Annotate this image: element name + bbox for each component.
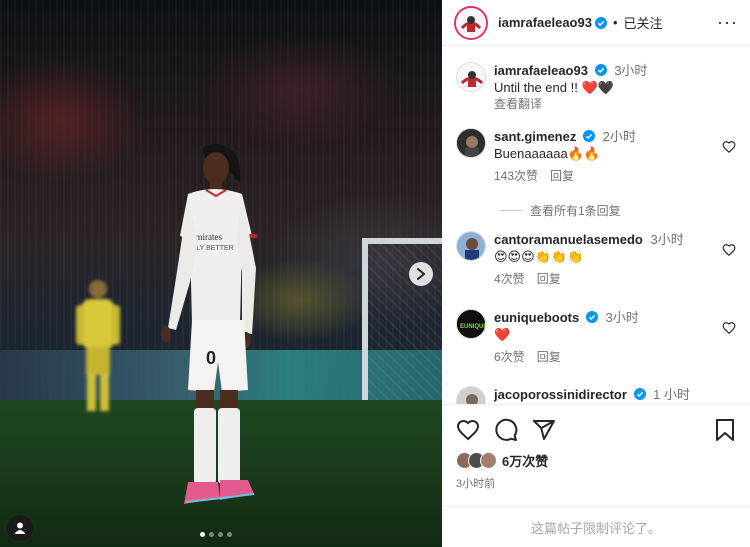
author-avatar[interactable] (454, 5, 488, 40)
heart-icon[interactable] (722, 321, 736, 335)
svg-text:0: 0 (206, 348, 216, 368)
avatar-image (457, 232, 485, 260)
reply-button[interactable]: 回复 (537, 350, 561, 364)
liker-avatar (480, 452, 497, 469)
caption-author[interactable]: iamrafaeleao93 (494, 63, 588, 78)
post-actions: 6万次赞 3小时前 (442, 404, 750, 491)
tagged-people-button[interactable] (7, 515, 33, 541)
separator-dot: • (612, 15, 618, 30)
caption: iamrafaeleao93 3小时 Until the end !! ❤️🖤 … (456, 62, 746, 113)
commenter-avatar[interactable] (456, 231, 486, 261)
comment-like-count[interactable]: 143次赞 (494, 169, 538, 183)
bookmark-icon[interactable] (714, 418, 736, 442)
commenter-avatar[interactable]: EUNIQUE (456, 309, 486, 339)
comment-time[interactable]: 3小时 (605, 310, 638, 325)
comment-author[interactable]: sant.gimenez (494, 129, 576, 144)
carousel-dot (200, 532, 205, 537)
svg-text:FLY BETTER: FLY BETTER (192, 245, 234, 252)
avatar-image: EUNIQUE (457, 310, 486, 338)
caption-author-avatar[interactable] (456, 62, 486, 92)
comment-item: EUNIQUE euniqueboots 3小时 ❤️ 6次赞 回复 (456, 309, 746, 366)
tag-person-icon (14, 522, 26, 534)
carousel-dot (209, 532, 214, 537)
goal-frame (362, 238, 442, 403)
verified-badge-icon (585, 311, 598, 323)
post-side-panel: iamrafaeleao93 • 已关注 ··· iamrafaeleao93 (442, 0, 750, 547)
carousel-dots (200, 532, 232, 537)
post-time[interactable]: 3小时前 (456, 475, 736, 491)
reply-line (500, 210, 522, 211)
comment-time[interactable]: 1 小时 (653, 387, 690, 402)
next-photo-button[interactable] (409, 262, 433, 286)
heart-icon[interactable] (456, 418, 480, 442)
comment-time[interactable]: 2小时 (603, 129, 636, 144)
author-username[interactable]: iamrafaeleao93 (498, 15, 592, 30)
comment-item: sant.gimenez 2小时 Buenaaaaaa🔥🔥 143次赞 回复 (456, 128, 746, 185)
share-icon[interactable] (532, 418, 556, 442)
heart-icon[interactable] (722, 140, 736, 154)
comment-text: ❤️ (494, 327, 511, 342)
caption-text: Until the end !! ❤️🖤 (494, 80, 614, 95)
commenter-avatar[interactable] (456, 386, 486, 404)
chevron-right-icon (417, 268, 426, 280)
view-replies-link[interactable]: 查看所有1条回复 (500, 202, 621, 219)
likes-summary[interactable]: 6万次赞 (456, 451, 736, 470)
reply-button[interactable]: 回复 (550, 169, 574, 183)
comment-text: 😍😍😍👏👏👏 (494, 249, 584, 264)
comments-limited-notice: 这篇帖子限制评论了。 (442, 506, 750, 547)
caption-time[interactable]: 3小时 (614, 63, 647, 78)
likes-count[interactable]: 6万次赞 (502, 451, 548, 470)
comment-item: jacoporossinidirector 1 小时 (456, 386, 746, 404)
commenter-avatar[interactable] (456, 128, 486, 158)
comment-author[interactable]: cantoramanuelasemedo (494, 232, 643, 247)
goalkeeper-figure (76, 280, 120, 411)
carousel-dot (227, 532, 232, 537)
avatar-image (457, 387, 485, 404)
player-figure: Emirates FLY BETTER 0 (161, 143, 257, 504)
heart-icon[interactable] (722, 243, 736, 257)
carousel-dot (218, 532, 223, 537)
comments-list[interactable]: iamrafaeleao93 3小时 Until the end !! ❤️🖤 … (442, 48, 750, 404)
follow-status[interactable]: 已关注 (624, 13, 663, 32)
verified-badge-icon (582, 130, 595, 142)
comment-item: cantoramanuelasemedo 3小时 😍😍😍👏👏👏 4次赞 回复 (456, 231, 746, 288)
comment-text: Buenaaaaaa🔥🔥 (494, 146, 601, 161)
verified-badge-icon (594, 64, 607, 76)
comment-time[interactable]: 3小时 (650, 232, 683, 247)
post-header: iamrafaeleao93 • 已关注 ··· (442, 0, 750, 46)
view-replies-label: 查看所有1条回复 (530, 204, 621, 218)
avatar-image (457, 63, 485, 91)
post-photo[interactable]: Emirates FLY BETTER 0 (0, 0, 442, 547)
comment-like-count[interactable]: 6次赞 (494, 350, 525, 364)
more-icon[interactable]: ··· (717, 12, 738, 33)
comment-icon[interactable] (494, 418, 518, 442)
comment-author[interactable]: euniqueboots (494, 310, 579, 325)
avatar-image (456, 7, 486, 38)
svg-text:EUNIQUE: EUNIQUE (460, 324, 486, 330)
verified-badge-icon (594, 16, 607, 29)
comment-like-count[interactable]: 4次赞 (494, 272, 525, 286)
reply-button[interactable]: 回复 (537, 272, 561, 286)
comment-author[interactable]: jacoporossinidirector (494, 387, 627, 402)
verified-badge-icon (633, 388, 646, 400)
see-translation-link[interactable]: 查看翻译 (494, 96, 724, 113)
avatar-image (457, 129, 485, 157)
